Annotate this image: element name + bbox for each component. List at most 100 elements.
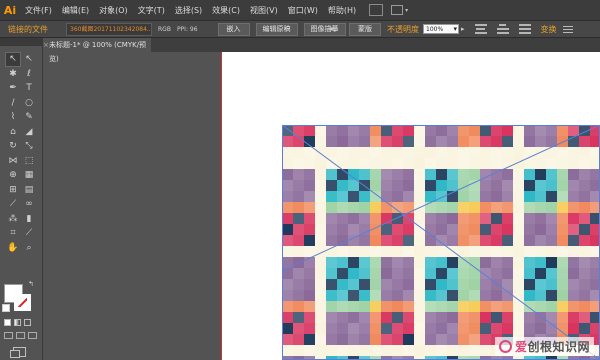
- eraser-tool[interactable]: ◢: [21, 125, 37, 140]
- image-trace-button[interactable]: 图像描摹: [303, 22, 346, 36]
- image-trace-dropdown-icon[interactable]: ▾: [330, 25, 334, 33]
- pattern-cell: [502, 312, 513, 323]
- menu-file[interactable]: 文件(F): [20, 5, 57, 16]
- menu-view[interactable]: 视图(V): [245, 5, 283, 16]
- lasso-tool[interactable]: ℓ: [21, 67, 37, 82]
- opacity-input[interactable]: 100%: [423, 24, 460, 34]
- mask-button[interactable]: 蒙版: [349, 22, 382, 36]
- pattern-cell: [315, 213, 326, 224]
- pattern-cell: [315, 323, 326, 334]
- tools-panel-header[interactable]: [0, 38, 42, 46]
- pattern-cell: [535, 213, 546, 224]
- pattern-cell: [425, 169, 436, 180]
- artboard-tool[interactable]: ⌗: [5, 226, 21, 241]
- pattern-cell: [337, 257, 348, 268]
- pattern-cell: [315, 345, 326, 356]
- pattern-cell: [436, 224, 447, 235]
- pattern-cell: [370, 312, 381, 323]
- pattern-cell: [458, 323, 469, 334]
- type-tool[interactable]: T: [21, 81, 37, 96]
- menu-type[interactable]: 文字(T): [133, 5, 170, 16]
- pattern-cell: [381, 345, 392, 356]
- watermark-brand-prefix: 爱: [514, 340, 528, 354]
- panel-menu-icon[interactable]: [562, 25, 573, 33]
- close-icon[interactable]: ×: [43, 38, 49, 52]
- zoom-tool[interactable]: ⌕: [21, 241, 37, 256]
- pattern-cell: [392, 213, 403, 224]
- pattern-cell: [282, 180, 293, 191]
- direct-selection-tool[interactable]: ↖: [21, 52, 37, 67]
- blob-brush-tool[interactable]: ⌂: [5, 125, 21, 140]
- pattern-cell: [326, 191, 337, 202]
- pattern-cell: [524, 136, 535, 147]
- menu-select[interactable]: 选择(S): [170, 5, 207, 16]
- screen-mode-icon[interactable]: [10, 347, 26, 358]
- align-right-icon[interactable]: [518, 24, 531, 34]
- placed-image[interactable]: [282, 125, 600, 360]
- blend-tool[interactable]: ∞: [21, 197, 37, 212]
- pattern-cell: [337, 180, 348, 191]
- pattern-cell: [458, 224, 469, 235]
- eyedropper-tool[interactable]: ⟋: [5, 197, 21, 212]
- mesh-tool[interactable]: ⊞: [5, 183, 21, 198]
- draw-behind-icon[interactable]: [16, 332, 25, 339]
- pattern-cell: [502, 323, 513, 334]
- menu-effect[interactable]: 效果(C): [207, 5, 245, 16]
- stroke-swatch[interactable]: [14, 294, 31, 311]
- line-tool[interactable]: /: [5, 96, 21, 111]
- opacity-label[interactable]: 不透明度: [387, 24, 419, 35]
- free-transform-tool[interactable]: ⬚: [21, 154, 37, 169]
- column-graph-tool[interactable]: ▮: [21, 212, 37, 227]
- menu-object[interactable]: 对象(O): [94, 5, 133, 16]
- paintbrush-tool[interactable]: ⌇: [5, 110, 21, 125]
- none-icon[interactable]: [24, 319, 31, 326]
- opacity-flyout-icon[interactable]: ▸: [461, 25, 465, 33]
- draw-inside-icon[interactable]: [28, 332, 37, 339]
- bridge-icon[interactable]: [369, 4, 384, 16]
- selection-tool[interactable]: ↖: [5, 52, 21, 67]
- pattern-cell: [403, 312, 414, 323]
- pattern-cell: [348, 257, 359, 268]
- pattern-cell: [414, 180, 425, 191]
- embed-button[interactable]: 嵌入: [217, 22, 250, 36]
- hand-tool[interactable]: ✋: [5, 241, 21, 256]
- menu-edit[interactable]: 编辑(E): [57, 5, 94, 16]
- width-tool[interactable]: ⋈: [5, 154, 21, 169]
- linked-file-link[interactable]: 链接的文件: [8, 24, 58, 35]
- transform-link[interactable]: 变换: [541, 24, 557, 35]
- arrange-documents-icon[interactable]: ▾: [391, 4, 409, 16]
- pattern-cell: [480, 158, 491, 169]
- swap-fill-stroke-icon[interactable]: ↰: [28, 280, 34, 288]
- pen-tool[interactable]: ✒: [5, 81, 21, 96]
- default-fill-stroke-icon[interactable]: [2, 304, 10, 312]
- pencil-tool[interactable]: ✎: [21, 110, 37, 125]
- menu-window[interactable]: 窗口(W): [283, 5, 323, 16]
- slice-tool[interactable]: ⟋: [21, 226, 37, 241]
- draw-normal-icon[interactable]: [4, 332, 13, 339]
- color-icon[interactable]: [4, 319, 11, 326]
- align-left-icon[interactable]: [474, 24, 487, 34]
- menu-help[interactable]: 帮助(H): [323, 5, 361, 16]
- pattern-cell: [513, 169, 524, 180]
- pattern-cell: [392, 136, 403, 147]
- pattern-cell: [579, 202, 590, 213]
- perspective-grid-tool[interactable]: ▦: [21, 168, 37, 183]
- magic-wand-tool[interactable]: ✱: [5, 67, 21, 82]
- gradient-icon[interactable]: [14, 319, 21, 326]
- edit-original-button[interactable]: 编辑原稿: [255, 22, 298, 36]
- scale-tool[interactable]: ⤡: [21, 139, 37, 154]
- pattern-cell: [348, 136, 359, 147]
- symbol-sprayer-tool[interactable]: ⁂: [5, 212, 21, 227]
- rotate-tool[interactable]: ↻: [5, 139, 21, 154]
- ellipse-tool[interactable]: ○: [21, 96, 37, 111]
- shape-builder-tool[interactable]: ⊕: [5, 168, 21, 183]
- document-tab[interactable]: × 未标题-1* @ 100% (CMYK/预览): [43, 38, 151, 63]
- align-center-icon[interactable]: [496, 24, 509, 34]
- pattern-cell: [348, 125, 359, 136]
- pattern-cell: [579, 246, 590, 257]
- pattern-cell: [315, 290, 326, 301]
- gradient-tool[interactable]: ▤: [21, 183, 37, 198]
- pattern-cell: [568, 268, 579, 279]
- linked-filename[interactable]: 360截图20171102342084...: [66, 22, 152, 36]
- pattern-cell: [293, 334, 304, 345]
